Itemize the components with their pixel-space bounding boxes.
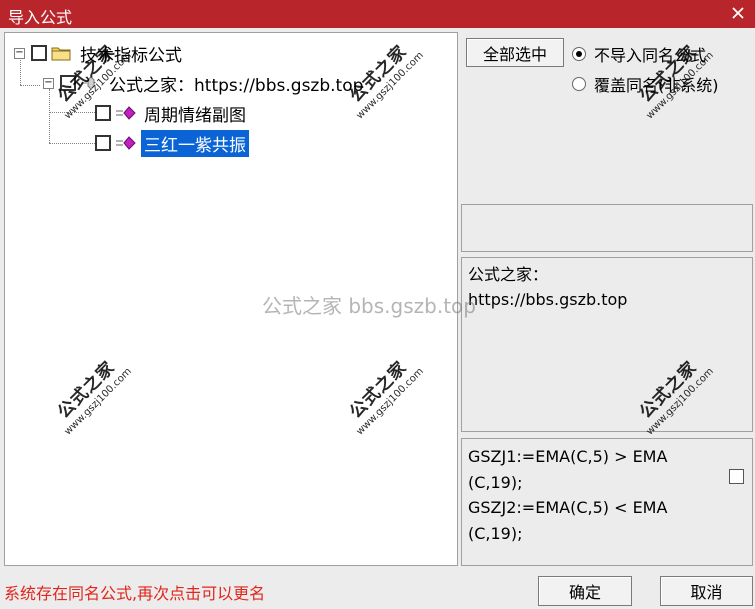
code-line: (C,19); [468,523,523,543]
radio-overwrite[interactable]: 覆盖同名(非系统) [572,72,719,96]
tree-connector [49,89,50,143]
tree-node-label: 技术指标公式 [80,45,182,66]
title-bar: 导入公式 [0,0,755,28]
tree-node-group[interactable]: − 公式之家：https://bbs.gszb.top [43,71,366,96]
status-message: 系统存在同名公式,再次点击可以更名 [4,584,266,603]
code-line: (C,19); [468,472,523,492]
code-line: GSZJ1:=EMA(C,5) > EMA [468,447,668,466]
tree-node-root[interactable]: − 技术指标公式 [14,41,185,66]
tree-item-formula[interactable]: 周期情绪副图 [95,101,249,126]
group-checkbox[interactable] [60,75,76,91]
tree-connector [49,112,99,113]
cancel-button[interactable]: 取消 [660,576,753,606]
info-text: 公式之家： https://bbs.gszb.top [468,262,748,312]
formula-code: GSZJ1:=EMA(C,5) > EMA (C,19); GSZJ2:=EMA… [468,444,730,546]
formula-checkbox[interactable] [95,105,111,121]
radio-label: 不导入同名公式 [594,46,707,65]
code-line: GSZJ2:=EMA(C,5) < EMA [468,498,668,517]
tree-item-label: 三红一紫共振 [141,129,249,157]
close-icon [732,7,744,19]
formula-tree[interactable]: − 技术指标公式 − 公式之家：https://bbs.gszb.top 周期情… [4,32,458,566]
tree-connector [20,85,40,86]
formula-checkbox[interactable] [95,135,111,151]
dialog-client: − 技术指标公式 − 公式之家：https://bbs.gszb.top 周期情… [0,28,755,609]
tree-item-formula[interactable]: 三红一紫共振 [95,129,249,157]
collapse-icon[interactable]: − [14,47,25,59]
folder-icon [51,47,71,61]
code-pane-checkbox[interactable] [729,469,744,484]
radio-no-import[interactable]: 不导入同名公式 [572,42,706,66]
formula-code-pane[interactable]: GSZJ1:=EMA(C,5) > EMA (C,19); GSZJ2:=EMA… [461,438,753,566]
ok-button[interactable]: 确定 [538,576,632,606]
radio-selected-dot [576,51,582,57]
root-checkbox[interactable] [31,45,47,61]
formula-icon [116,106,136,120]
close-button[interactable] [727,2,749,24]
tree-connector [49,143,99,144]
radio-indicator[interactable] [572,47,586,61]
tree-node-label: 公式之家：https://bbs.gszb.top [109,75,364,96]
window-title: 导入公式 [8,8,73,27]
select-all-button[interactable]: 全部选中 [466,38,564,67]
collapse-icon[interactable]: − [43,77,54,89]
radio-label: 覆盖同名(非系统) [594,76,719,95]
info-line: https://bbs.gszb.top [468,290,628,309]
group-formula-icon [81,76,95,90]
info-line: 公式之家： [468,265,549,284]
description-pane [461,204,753,252]
tree-item-label: 周期情绪副图 [144,105,246,126]
formula-icon [116,136,136,150]
radio-indicator[interactable] [572,77,586,91]
